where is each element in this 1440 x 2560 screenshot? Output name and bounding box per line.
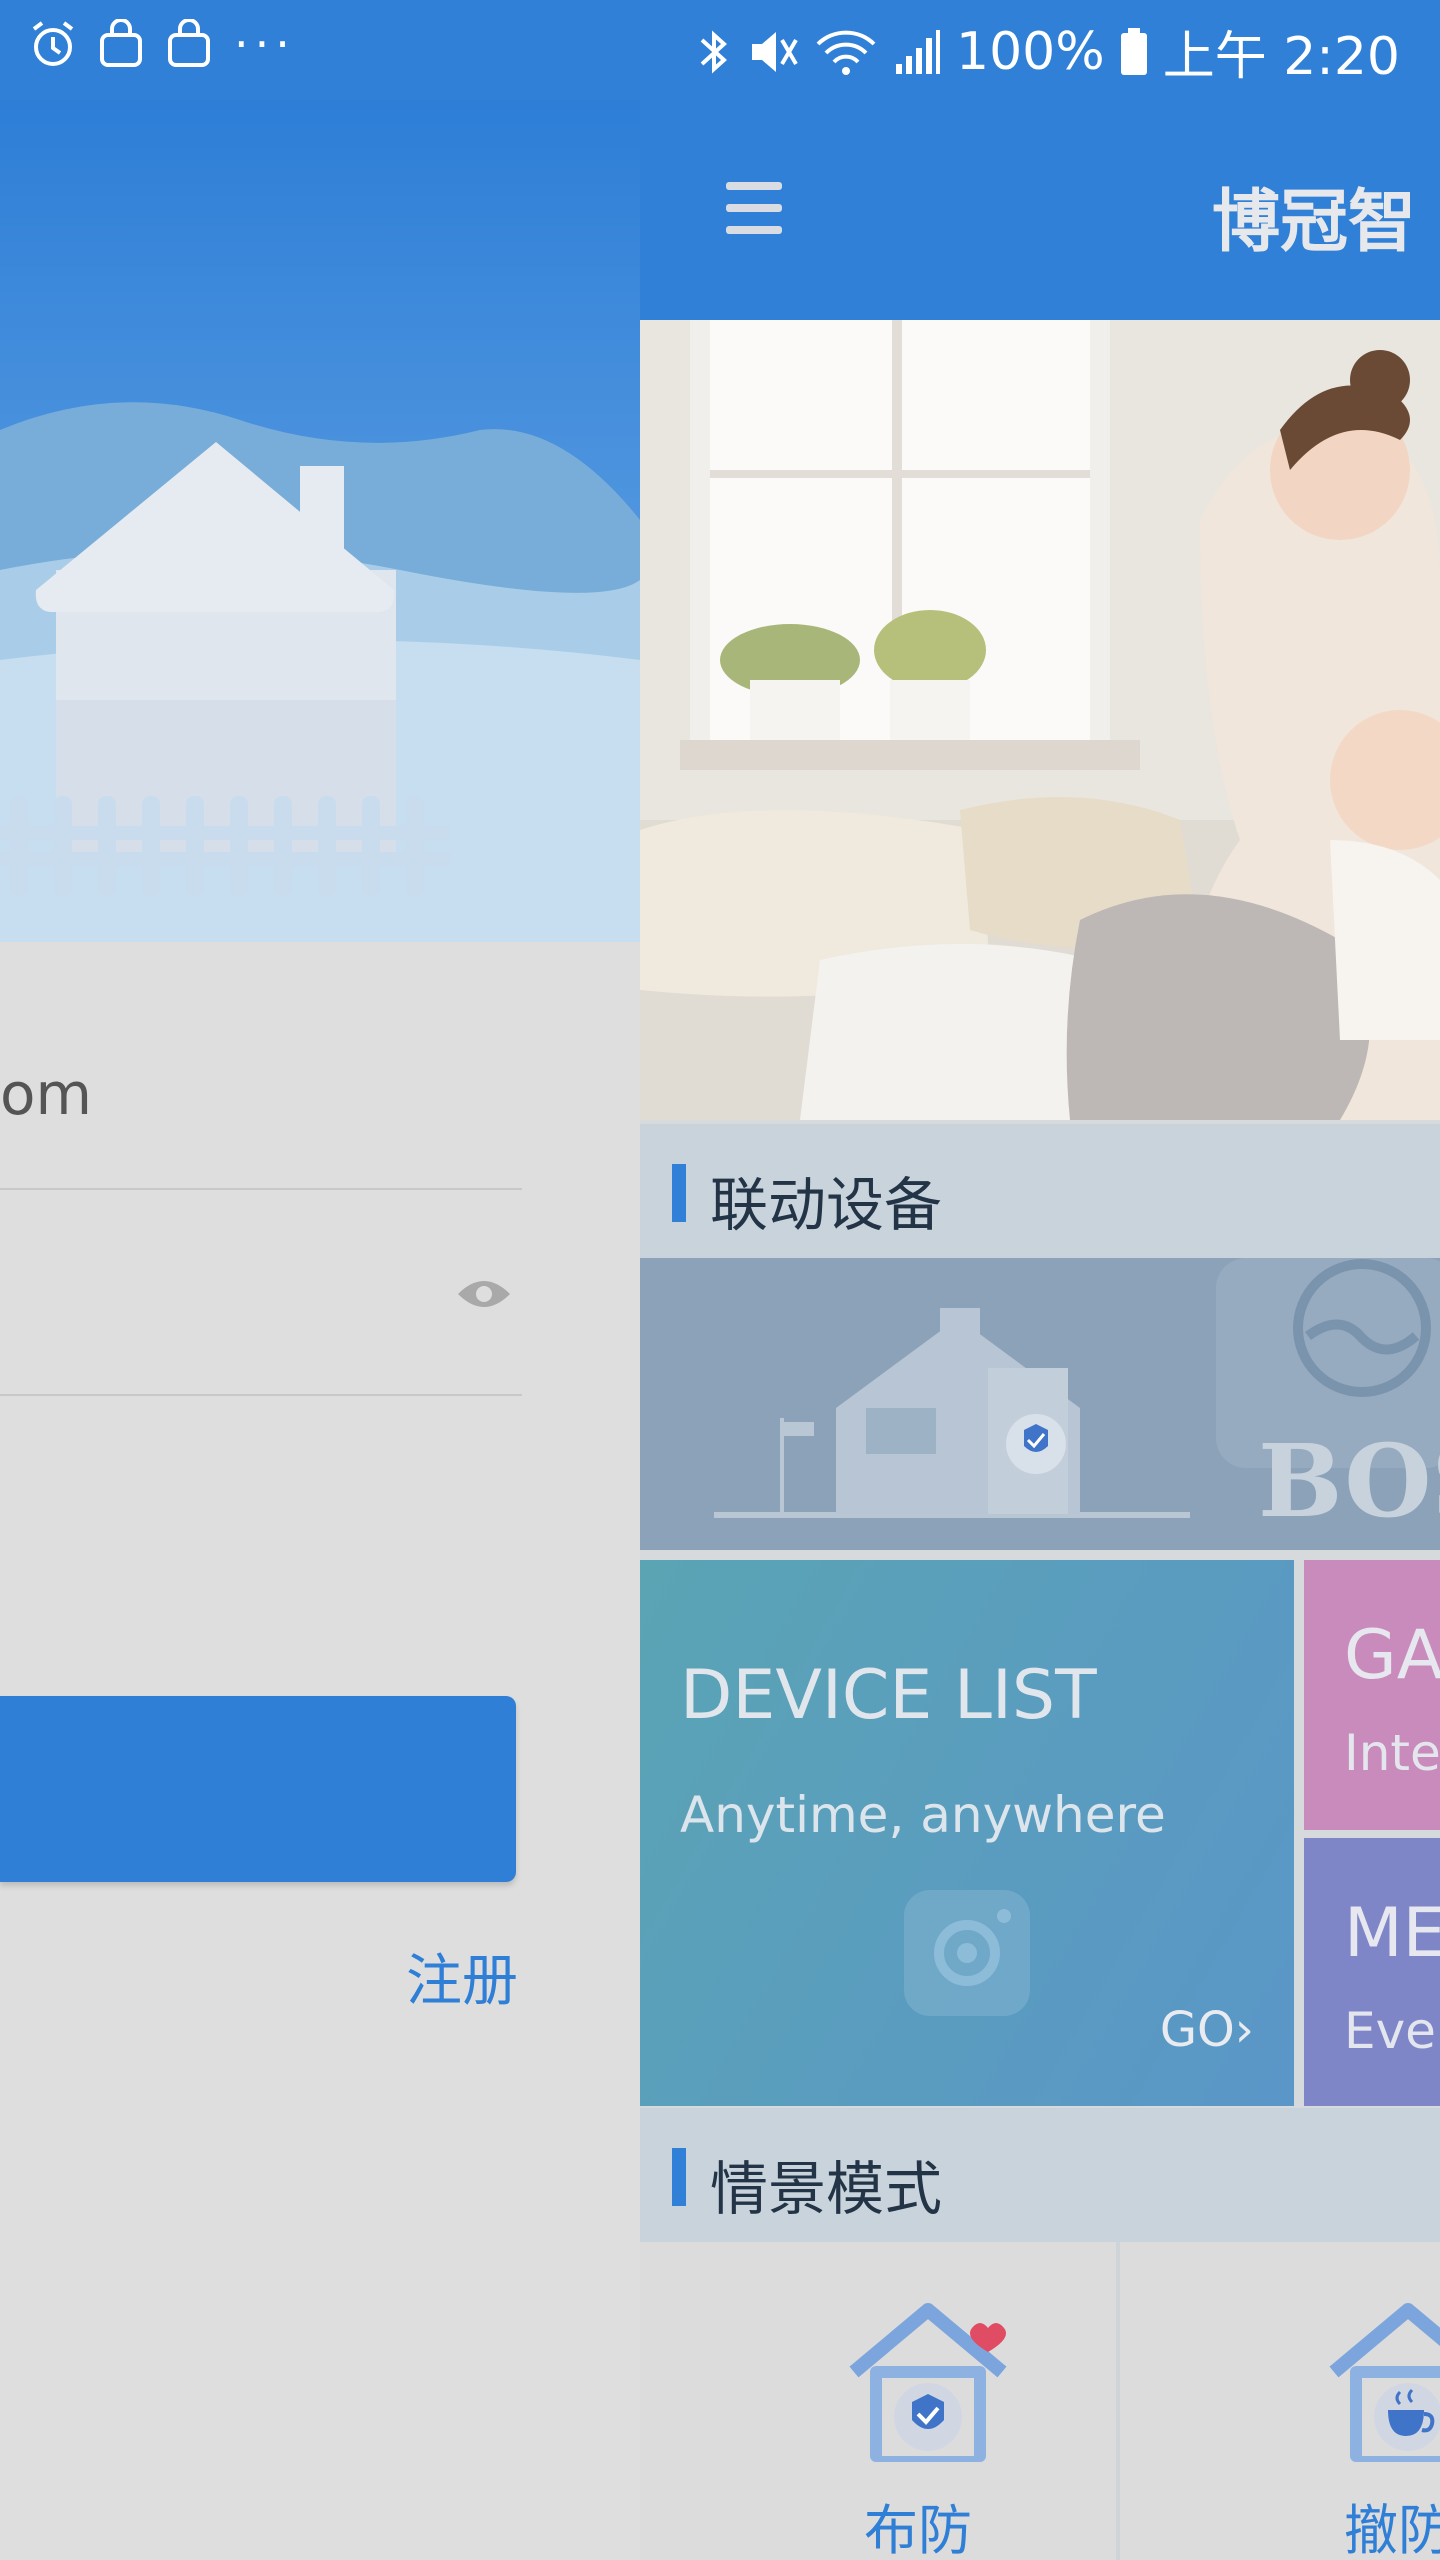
scene-label: 撤防	[1344, 2499, 1440, 2560]
battery-percent: 100%	[956, 21, 1105, 82]
brand-logo-text: BOS	[1258, 1422, 1440, 1540]
wifi-icon	[816, 30, 876, 75]
bag-icon	[98, 18, 144, 70]
card-title: ME	[1344, 1894, 1440, 1973]
card-title: DEVICE LIST	[680, 1656, 1097, 1735]
section-accent-bar	[672, 1164, 686, 1222]
linked-devices-banner[interactable]: BOS	[640, 1258, 1440, 1550]
bag-icon	[166, 18, 212, 70]
go-link[interactable]: GO›	[1160, 2002, 1254, 2058]
house-illustration	[0, 402, 640, 942]
bluetooth-icon	[700, 30, 727, 73]
mute-icon	[752, 31, 798, 72]
account-input[interactable]: om	[0, 1060, 92, 1128]
main-content: 博冠智 联动设备 BO DEVICE LIST Anytime, anywher…	[640, 0, 1440, 2560]
card-subtitle: Ever	[1344, 2002, 1440, 2060]
card-subtitle: Anytime, anywhere	[680, 1786, 1166, 1844]
card-title: GA	[1344, 1616, 1440, 1695]
section-scene-mode: 情景模式	[640, 2108, 1440, 2242]
card-subtitle: Inte	[1344, 1724, 1440, 1782]
scene-arm[interactable]: 布防	[718, 2242, 1118, 2560]
battery-icon	[1120, 27, 1147, 75]
app-toolbar: 博冠智	[640, 100, 1440, 320]
eye-icon[interactable]	[456, 1274, 512, 1318]
scene-label: 布防	[864, 2499, 972, 2560]
register-link[interactable]: 注册	[406, 1936, 518, 2017]
status-right: 100% 上午 2:20	[696, 14, 1400, 89]
signal-icon	[896, 29, 941, 74]
game-card[interactable]: GA Inte	[1304, 1560, 1440, 1830]
section-title: 情景模式	[710, 2155, 943, 2223]
device-list-card[interactable]: DEVICE LIST Anytime, anywhere GO›	[640, 1560, 1294, 2106]
page-title: 博冠智	[1212, 183, 1417, 262]
drawer-hero-illustration	[0, 100, 640, 942]
account-underline	[0, 1188, 522, 1190]
home-banner-image[interactable]	[640, 320, 1440, 1120]
more-notifications-icon: ···	[234, 17, 296, 71]
hamburger-menu-icon[interactable]	[726, 182, 782, 234]
section-title: 联动设备	[710, 1171, 943, 1239]
message-card[interactable]: ME Ever	[1304, 1838, 1440, 2106]
scene-disarm[interactable]: 撤防	[1198, 2242, 1440, 2560]
alarm-icon	[30, 18, 76, 70]
side-drawer: om 注册	[0, 0, 640, 2560]
camera-icon	[904, 1890, 1030, 2020]
section-accent-bar	[672, 2148, 686, 2206]
clock: 上午 2:20	[1162, 27, 1400, 87]
login-button[interactable]	[0, 1696, 516, 1882]
scene-mode-grid: 布防 撤防	[640, 2242, 1440, 2560]
login-form: om 注册	[0, 942, 640, 2560]
cup-house-icon	[1328, 2302, 1440, 2476]
section-linked-devices: 联动设备	[640, 1124, 1440, 1258]
status-left-icons: ···	[30, 18, 296, 70]
chevron-right-icon: ›	[1234, 2002, 1254, 2058]
shield-house-icon	[848, 2302, 1008, 2476]
status-bar: ··· 100% 上午 2:20	[0, 0, 1440, 100]
